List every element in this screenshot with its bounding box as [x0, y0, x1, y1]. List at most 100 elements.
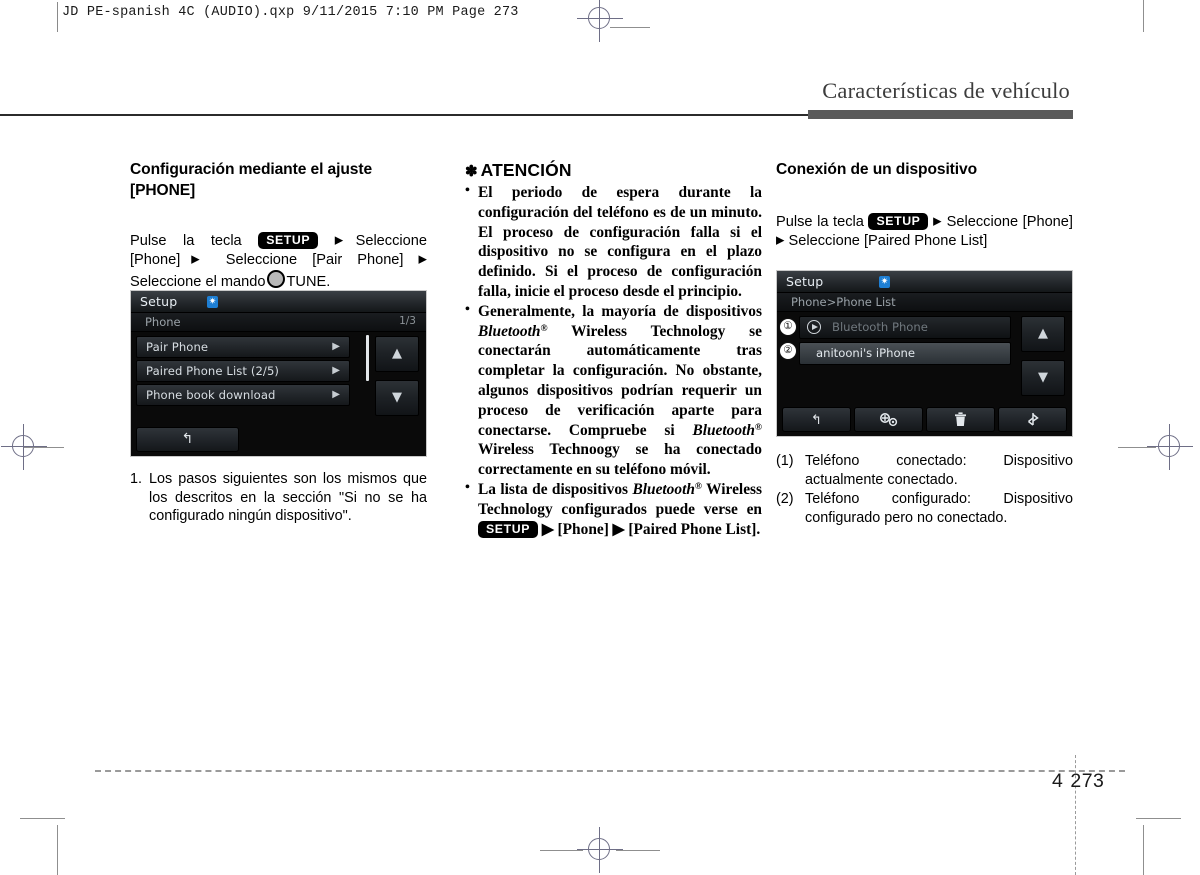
scroll-up-icon[interactable]: ▲	[1021, 316, 1065, 352]
attention-heading-label: ATENCIÓN	[480, 160, 572, 180]
delete-icon[interactable]	[926, 407, 995, 432]
left-instruction-paragraph: Pulse la tecla SETUP ▶Seleccione [Phone]…	[130, 231, 427, 293]
running-head-rule	[0, 114, 810, 116]
bluetooth-wordmark: Bluetooth	[632, 480, 695, 498]
left-section-heading: Configuración mediante el ajuste [PHONE]	[130, 161, 373, 199]
asterisk-icon: ✽	[465, 163, 478, 180]
menu-item-label: Phone book download	[146, 388, 276, 402]
screen-breadcrumb-bar: Phone 1/3	[131, 313, 426, 332]
screen-breadcrumb: Phone>Phone List	[791, 295, 896, 309]
chevron-right-icon: ▶	[334, 234, 356, 247]
crop-tick-right-middle	[1118, 447, 1156, 448]
menu-item-label: Pair Phone	[146, 340, 209, 354]
attention-heading: ✽ ATENCIÓN	[465, 160, 762, 181]
left-screenshot-wrapper: Setup ✷ Phone 1/3 Pair Phone ▶ Paired Ph…	[130, 290, 427, 457]
crop-edge-right-upper	[1143, 0, 1144, 32]
list-item: (1) Teléfono conectado: Dispositivo actu…	[776, 452, 1073, 489]
list-item: Generalmente, la mayoría de dispositivos…	[465, 301, 762, 480]
device-row-bluetooth-phone[interactable]: Bluetooth Phone	[799, 316, 1011, 339]
connect-icon[interactable]	[998, 407, 1067, 432]
right-section-heading: Conexión de un dispositivo	[776, 161, 977, 178]
right-instruction-paragraph: Pulse la tecla SETUP ▶ Seleccione [Phone…	[776, 212, 1073, 252]
running-head-bar	[808, 110, 1073, 119]
bluetooth-wordmark: Bluetooth	[478, 322, 541, 340]
menu-item-label: Paired Phone List (2/5)	[146, 364, 280, 378]
setup-key-badge[interactable]: SETUP	[258, 231, 319, 250]
menu-item-phone-book-download[interactable]: Phone book download ▶	[136, 384, 350, 406]
footer-divider	[95, 770, 1125, 772]
print-header-line: JD PE-spanish 4C (AUDIO).qxp 9/11/2015 7…	[62, 5, 519, 20]
note-text: Los pasos siguientes son los mismos que …	[149, 471, 427, 525]
chevron-right-icon: ▶	[933, 215, 943, 228]
legend-number: (2)	[776, 491, 794, 508]
add-device-glyph	[879, 413, 897, 427]
screen-title: Setup	[786, 274, 824, 289]
print-margin-rule	[57, 2, 58, 32]
running-head-title: Características de vehículo	[822, 78, 1070, 103]
attention-bullet-list: El periodo de espera durante la configur…	[465, 182, 762, 539]
right-instruction-mid-1: Seleccione [Phone]	[946, 213, 1073, 230]
left-instruction-mid-2: Seleccione [Pair Phone]	[225, 252, 404, 269]
scrollbar-thumb[interactable]	[366, 335, 369, 381]
left-column: Configuración mediante el ajuste [PHONE]…	[130, 160, 427, 293]
scroll-down-icon[interactable]: ▼	[375, 380, 419, 416]
callout-1: ①	[779, 318, 797, 336]
paired-device-list: Bluetooth Phone anitooni's iPhone	[799, 316, 1011, 368]
legend-text: Teléfono configurado: Dispositivo config…	[805, 491, 1073, 527]
paired-phone-list-screen[interactable]: Setup ✷ Phone>Phone List ① ② Bluetooth P…	[776, 270, 1073, 437]
screen-titlebar: Setup ✷	[131, 291, 426, 313]
menu-item-paired-phone-list[interactable]: Paired Phone List (2/5) ▶	[136, 360, 350, 382]
crop-edge-left-lower	[57, 825, 58, 875]
page-number: 4 273	[1052, 770, 1104, 793]
back-icon[interactable]: ↰	[782, 407, 851, 432]
chevron-right-icon: ▶	[332, 389, 340, 400]
tune-knob-icon[interactable]	[267, 270, 286, 289]
left-instruction-prefix: Pulse la tecla	[130, 232, 242, 249]
screen-titlebar: Setup ✷	[777, 271, 1072, 293]
left-numbered-notes: 1. Los pasos siguientes son los mismos q…	[130, 470, 427, 526]
list-item: La lista de dispositivos Bluetooth® Wire…	[465, 479, 762, 539]
connect-glyph	[1027, 413, 1039, 426]
left-instruction-tune: TUNE.	[286, 274, 331, 291]
chevron-right-icon-2: ▶	[180, 253, 211, 266]
scroll-up-icon[interactable]: ▲	[375, 336, 419, 372]
screen-toolbar: ↰	[782, 407, 1067, 432]
middle-column: ✽ATENCIÓN El periodo de espera durante l…	[465, 160, 762, 539]
crop-tick-left-middle	[24, 447, 64, 448]
menu-item-pair-phone[interactable]: Pair Phone ▶	[136, 336, 350, 358]
setup-phone-screen[interactable]: Setup ✷ Phone 1/3 Pair Phone ▶ Paired Ph…	[130, 290, 427, 457]
note-number: 1.	[130, 471, 143, 487]
registration-mark-top-center	[577, 0, 623, 42]
list-item: 1. Los pasos siguientes son los mismos q…	[130, 470, 427, 526]
callout-2: ②	[779, 342, 797, 360]
chevron-right-icon-2: ▶	[776, 234, 785, 247]
scroll-buttons: ▲ ▼	[1021, 316, 1065, 404]
bluetooth-wordmark: Bluetooth	[692, 421, 755, 439]
chevron-right-icon-3: ▶	[418, 253, 427, 266]
setup-key-badge[interactable]: SETUP	[868, 212, 929, 231]
scroll-down-icon[interactable]: ▼	[1021, 360, 1065, 396]
add-device-icon[interactable]	[854, 407, 923, 432]
left-instruction-tail: Seleccione el mando	[130, 274, 266, 291]
setup-key-badge[interactable]: SETUP	[478, 520, 538, 539]
right-legend-block: (1) Teléfono conectado: Dispositivo actu…	[776, 452, 1073, 529]
crop-edge-left-bottom	[20, 818, 65, 819]
crop-tick-top-right	[610, 27, 650, 28]
screen-title: Setup	[140, 294, 178, 309]
right-instruction-prefix: Pulse la tecla	[776, 213, 864, 230]
registered-mark: ®	[694, 481, 703, 492]
device-row-anitoonis-iphone[interactable]: anitooni's iPhone	[799, 342, 1011, 365]
list-item: El periodo de espera durante la configur…	[465, 182, 762, 302]
device-label: Bluetooth Phone	[832, 320, 928, 334]
right-screenshot-wrapper: Setup ✷ Phone>Phone List ① ② Bluetooth P…	[776, 270, 1073, 437]
connected-indicator-icon	[807, 320, 821, 334]
folio-number: 273	[1070, 770, 1105, 792]
screen-breadcrumb: Phone	[145, 315, 181, 329]
crop-edge-right-bottom	[1136, 818, 1181, 819]
setup-menu-list: Pair Phone ▶ Paired Phone List (2/5) ▶ P…	[136, 336, 350, 408]
back-icon[interactable]: ↰	[136, 427, 239, 452]
registered-mark: ®	[540, 323, 548, 334]
chevron-right-icon: ▶	[332, 341, 340, 352]
right-instruction-mid-2: Seleccione [Paired Phone List]	[788, 233, 988, 250]
scroll-buttons: ▲ ▼	[375, 336, 419, 424]
